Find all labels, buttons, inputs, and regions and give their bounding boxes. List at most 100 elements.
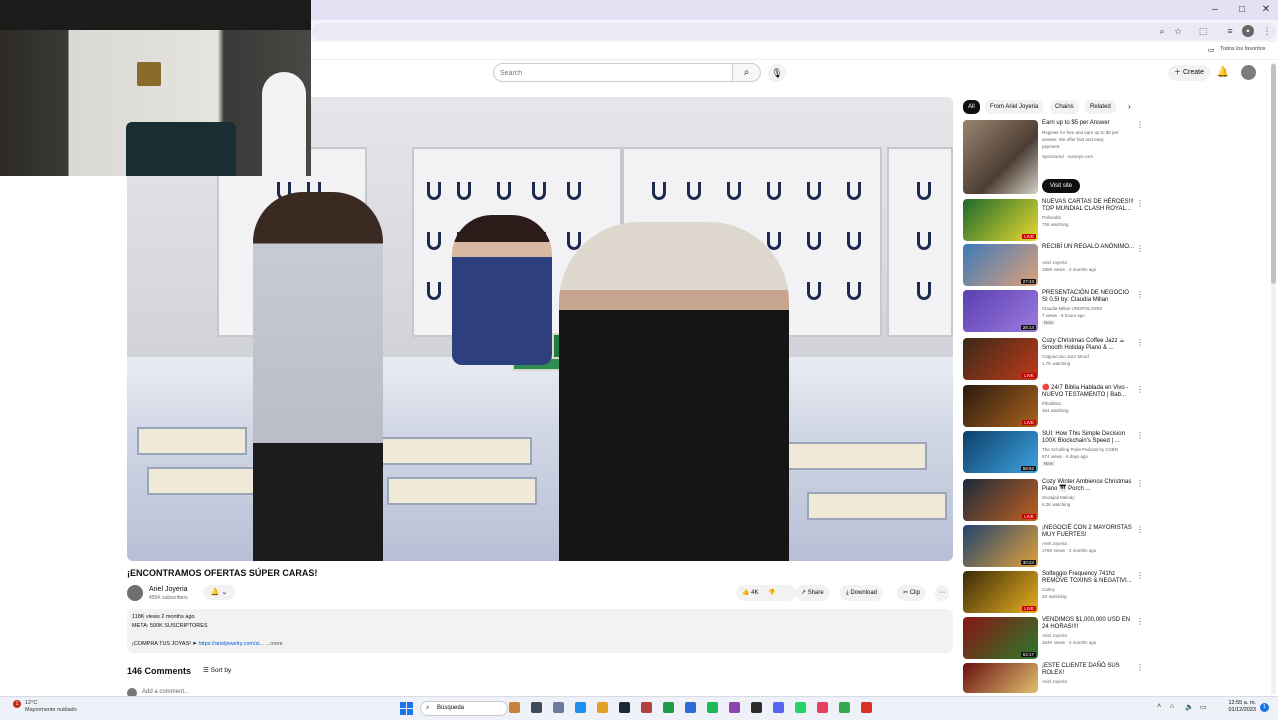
recommendation-thumbnail[interactable]: LIVE xyxy=(963,338,1038,380)
more-icon[interactable]: ⋮ xyxy=(1136,525,1144,534)
recommendation-channel[interactable]: Cappuccino Jazz Mood xyxy=(1042,354,1089,359)
show-more-button[interactable]: ...more xyxy=(266,641,283,647)
ad-thumbnail[interactable] xyxy=(963,120,1038,194)
recommendation-title[interactable]: VENDIMOS $1,000,000 USD EN 24 HORAS!!!! xyxy=(1042,617,1136,631)
visit-site-button[interactable]: Visit site xyxy=(1042,179,1080,193)
more-actions-button[interactable]: ⋯ xyxy=(935,585,949,601)
network-icon[interactable]: ⌂ xyxy=(1170,703,1174,710)
taskbar-app-icon[interactable] xyxy=(817,702,828,713)
recommendation-channel[interactable]: Claudia Millan UNOPOLOS93 xyxy=(1042,306,1102,311)
more-icon[interactable]: ⋮ xyxy=(1136,290,1144,299)
taskbar-app-icon[interactable] xyxy=(795,702,806,713)
taskbar-app-icon[interactable] xyxy=(619,702,630,713)
more-icon[interactable]: ⋮ xyxy=(1136,244,1144,253)
weather-badge[interactable]: 1 xyxy=(13,700,21,708)
like-button[interactable]: 👍 4K xyxy=(742,590,759,596)
reading-list-icon[interactable]: ≡ xyxy=(1224,25,1236,37)
chip-related[interactable]: Related xyxy=(1085,100,1116,114)
more-icon[interactable]: ⋮ xyxy=(1136,120,1144,129)
recommendation-thumbnail[interactable]: LIVE xyxy=(963,199,1038,241)
recommendation-channel[interactable]: Ariel Joyeria xyxy=(1042,633,1067,638)
address-bar[interactable] xyxy=(312,23,1276,40)
recommendation-channel[interactable]: Ariel Joyeria xyxy=(1042,541,1067,546)
chip-all[interactable]: All xyxy=(963,100,980,114)
recommendation-channel[interactable]: Pollorabit xyxy=(1042,215,1061,220)
volume-icon[interactable]: 🔈 xyxy=(1185,703,1194,711)
ad-title[interactable]: Earn up to $5 per Answer xyxy=(1042,120,1136,127)
channel-name[interactable]: Ariel Joyeria xyxy=(149,586,188,593)
more-icon[interactable]: ⋮ xyxy=(1136,385,1144,394)
recommendation-channel[interactable]: Ariel Joyeria xyxy=(1042,260,1067,265)
taskbar-app-icon[interactable] xyxy=(729,702,740,713)
recommendation-thumbnail[interactable]: LIVE xyxy=(963,479,1038,521)
channel-avatar[interactable] xyxy=(127,585,143,601)
profile-icon[interactable]: • xyxy=(1242,25,1254,37)
tray-chevron-icon[interactable]: ˄ xyxy=(1157,703,1161,710)
windows-start-icon[interactable] xyxy=(400,702,413,715)
bell-icon[interactable]: 🔔 xyxy=(1216,66,1230,80)
taskbar-app-icon[interactable] xyxy=(707,702,718,713)
taskbar-app-icon[interactable] xyxy=(641,702,652,713)
recommendation-channel[interactable]: The Scholling Point Podcast by CSBN xyxy=(1042,447,1118,452)
taskbar-search[interactable]: ⌕ Búsqueda xyxy=(420,701,508,716)
taskbar-app-icon[interactable] xyxy=(663,702,674,713)
recommendation-title[interactable]: NUEVAS CARTAS DE HÉROES!!! TOP MUNDIAL C… xyxy=(1042,199,1136,213)
chip-from-channel[interactable]: From Ariel Joyeria xyxy=(985,100,1044,114)
more-icon[interactable]: ⋮ xyxy=(1136,199,1144,208)
search-box[interactable] xyxy=(493,63,733,82)
add-comment-input[interactable]: Add a comment... xyxy=(142,689,189,695)
recommendation-thumbnail[interactable]: LIVE xyxy=(963,385,1038,427)
battery-icon[interactable]: ▭ xyxy=(1200,703,1207,711)
recommendation-channel[interactable]: Snowjail Melody xyxy=(1042,495,1075,500)
taskbar-app-icon[interactable] xyxy=(861,702,872,713)
taskbar-app-icon[interactable] xyxy=(751,702,762,713)
recommendation-title[interactable]: 🔴 24/7 Biblia Hablada en Vivo - NUEVO TE… xyxy=(1042,385,1136,399)
taskbar-app-icon[interactable] xyxy=(685,702,696,713)
clip-button[interactable]: ✂ Clip xyxy=(897,585,927,601)
search-input[interactable] xyxy=(500,67,720,79)
recommendation-thumbnail[interactable]: 28:14 xyxy=(963,290,1038,332)
weather-widget[interactable]: 12°C Mayormente nublado xyxy=(25,700,77,714)
browser-menu-icon[interactable]: ⋮ xyxy=(1261,25,1273,37)
account-avatar[interactable] xyxy=(1241,65,1256,80)
notifications-button[interactable]: 🔔 ⌄ xyxy=(203,585,235,600)
recommendation-title[interactable]: ¡ESTE CLIENTE DAÑÓ SUS ROLEX! xyxy=(1042,663,1136,677)
recommendation-title[interactable]: Cozy Christmas Coffee Jazz ☕ Smooth Holi… xyxy=(1042,338,1136,352)
taskbar-app-icon[interactable] xyxy=(575,702,586,713)
taskbar-app-icon[interactable] xyxy=(839,702,850,713)
sort-by-button[interactable]: ☰ Sort by xyxy=(203,666,231,674)
recommendation-title[interactable]: Cozy Winter Ambience Christmas Piano 🎹 P… xyxy=(1042,479,1136,493)
recommendation-thumbnail[interactable]: 53:17 xyxy=(963,617,1038,659)
taskbar-app-icon[interactable] xyxy=(773,702,784,713)
extensions-icon[interactable]: ⬚ xyxy=(1197,25,1209,37)
recommendation-channel[interactable]: Calmy xyxy=(1042,587,1055,592)
recommendation-title[interactable]: Solfeggio Frequency 741hz REMOVE TOXINS … xyxy=(1042,571,1136,585)
more-icon[interactable]: ⋮ xyxy=(1136,479,1144,488)
chip-chains[interactable]: Chains xyxy=(1050,100,1079,114)
close-button[interactable]: ✕ xyxy=(1259,3,1273,17)
recommendation-thumbnail[interactable] xyxy=(963,663,1038,693)
taskbar-app-icon[interactable] xyxy=(509,702,520,713)
recommendation-thumbnail[interactable]: 58:52 xyxy=(963,431,1038,473)
download-button[interactable]: ⤓ Download xyxy=(840,585,884,601)
recommendation-channel[interactable]: Pibolibluz xyxy=(1042,401,1061,406)
notification-center-badge[interactable]: 1 xyxy=(1260,703,1269,712)
description-box[interactable]: 118K views 2 months ago META: 500K SUSCR… xyxy=(127,609,953,653)
chevron-right-icon[interactable]: › xyxy=(1128,102,1131,111)
taskbar-app-icon[interactable] xyxy=(553,702,564,713)
more-icon[interactable]: ⋮ xyxy=(1136,571,1144,580)
taskbar-app-icon[interactable] xyxy=(531,702,542,713)
search-icon[interactable]: ⌕ xyxy=(733,63,761,82)
share-button[interactable]: ↗ Share xyxy=(795,585,830,601)
recommendation-title[interactable]: SUI: How This Simple Decision 100X Block… xyxy=(1042,431,1136,445)
recommendation-title[interactable]: RECIBÍ UN REGALO ANÓNIMO... xyxy=(1042,244,1136,251)
bookmarks-all-folder[interactable]: Todos los favoritos xyxy=(1220,46,1266,52)
taskbar-clock[interactable]: 12:55 a. m. 01/12/2023 xyxy=(1222,700,1256,714)
scrollbar-thumb[interactable] xyxy=(1271,64,1276,284)
create-button[interactable]: ＋ Create xyxy=(1168,65,1210,81)
microphone-icon[interactable]: 🎙 xyxy=(768,64,786,82)
minimize-button[interactable]: – xyxy=(1208,3,1222,17)
more-icon[interactable]: ⋮ xyxy=(1136,338,1144,347)
zoom-icon[interactable]: ⌕ xyxy=(1156,25,1168,37)
taskbar-app-icon[interactable] xyxy=(597,702,608,713)
